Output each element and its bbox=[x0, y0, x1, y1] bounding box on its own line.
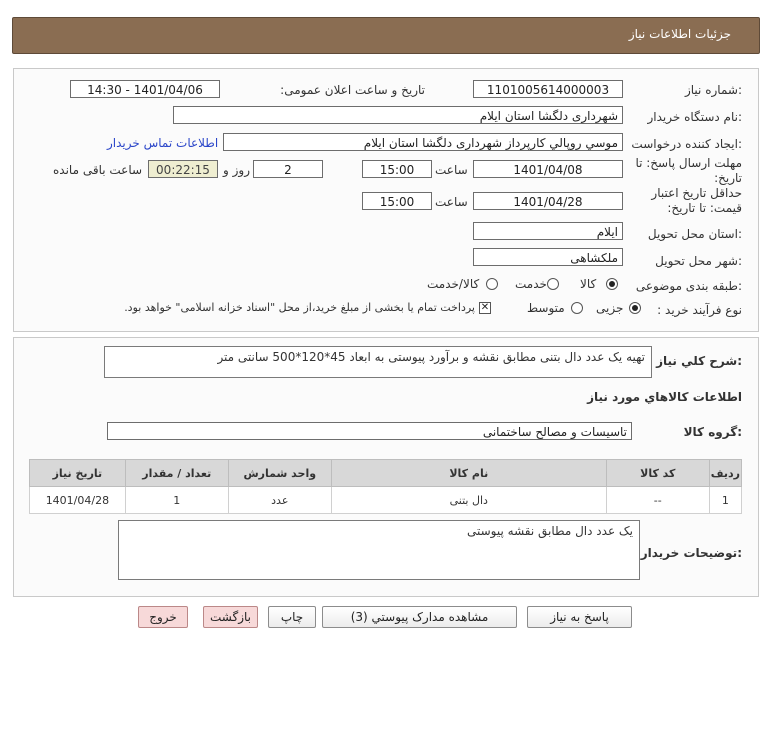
deadline-days-field: 2 bbox=[253, 160, 323, 178]
cell-qty: 1 bbox=[124, 486, 229, 514]
need-number-label: شماره نیاز: bbox=[684, 83, 742, 97]
treasury-checkbox[interactable]: ✕ bbox=[479, 302, 491, 314]
deadline-date-field: 1401/04/08 bbox=[473, 160, 623, 178]
validity-time-field: 15:00 bbox=[362, 192, 432, 210]
process-radio-minor[interactable] bbox=[629, 302, 641, 314]
requester-label: ایجاد کننده درخواست: bbox=[631, 137, 742, 151]
col-name-header: نام کالا bbox=[330, 459, 607, 487]
process-label: نوع فرآیند خرید : bbox=[657, 303, 742, 317]
col-date-header: تاریخ نیاز bbox=[29, 459, 126, 487]
goods-section-title: اطلاعات کالاهاي مورد نياز bbox=[587, 390, 742, 404]
buyer-notes-field: یک عدد دال مطابق نقشه پیوستی bbox=[118, 520, 640, 580]
description-field: تهیه یک عدد دال بتنی مطابق نقشه و برآورد… bbox=[104, 346, 652, 378]
description-label: شرح کلي نياز: bbox=[656, 354, 742, 368]
col-row-header: ردیف bbox=[708, 459, 743, 487]
col-unit-header: واحد شمارش bbox=[227, 459, 332, 487]
deadline-label-line1: مهلت ارسال پاسخ: تا bbox=[635, 156, 742, 170]
category-label: طبقه بندی موضوعی: bbox=[635, 279, 742, 293]
need-number-field: 1101005614000003 bbox=[473, 80, 623, 98]
province-field: ایلام bbox=[473, 222, 623, 240]
process-option-minor: جزیی bbox=[596, 301, 624, 315]
category-option-service: خدمت bbox=[515, 277, 547, 291]
print-button[interactable]: چاپ bbox=[268, 606, 316, 628]
cell-date: 1401/04/28 bbox=[29, 486, 126, 514]
page-title: جزئیات اطلاعات نیاز bbox=[628, 27, 731, 41]
goods-table-header: ردیف کد کالا نام کالا واحد شمارش تعداد /… bbox=[29, 459, 743, 487]
requester-field: موسي روپالي کارپرداز شهرداری دلگشا استان… bbox=[223, 133, 623, 151]
remaining-time-field: 00:22:15 bbox=[148, 160, 218, 178]
announce-label: تاریخ و ساعت اعلان عمومی: bbox=[280, 83, 425, 97]
back-button[interactable]: بازگشت bbox=[203, 606, 258, 628]
buyer-notes-label: توضیحات خریدار: bbox=[640, 546, 742, 560]
category-radio-goods[interactable] bbox=[606, 278, 618, 290]
cell-name: دال بتنی bbox=[330, 486, 607, 514]
cell-unit: عدد bbox=[227, 486, 332, 514]
category-radio-service[interactable] bbox=[547, 278, 559, 290]
buyer-org-field: شهرداری دلگشا استان ایلام bbox=[173, 106, 623, 124]
days-label: روز و bbox=[223, 163, 250, 177]
goods-group-field: تاسیسات و مصالح ساختمانی bbox=[107, 422, 632, 440]
city-field: ملکشاهی bbox=[473, 248, 623, 266]
process-radio-medium[interactable] bbox=[571, 302, 583, 314]
city-label: شهر محل تحویل: bbox=[655, 254, 742, 268]
cell-row: 1 bbox=[708, 486, 743, 514]
buyer-org-label: نام دستگاه خریدار: bbox=[647, 110, 743, 124]
category-option-both: کالا/خدمت bbox=[427, 277, 480, 291]
cell-code: -- bbox=[605, 486, 710, 514]
deadline-time-field: 15:00 bbox=[362, 160, 432, 178]
treasury-note: پرداخت تمام یا بخشی از مبلغ خرید،از محل … bbox=[124, 301, 475, 314]
process-option-medium: متوسط bbox=[527, 301, 565, 315]
attachments-button[interactable]: مشاهده مدارک پیوستي (3) bbox=[322, 606, 517, 628]
goods-group-label: گروه کالا: bbox=[683, 425, 742, 439]
reply-button[interactable]: پاسخ به نیاز bbox=[527, 606, 632, 628]
validity-label-line2: قیمت: تا تاریخ: bbox=[667, 201, 742, 215]
table-row: 1 -- دال بتنی عدد 1 1401/04/28 bbox=[29, 486, 743, 514]
validity-label-line1: حداقل تاریخ اعتبار bbox=[651, 186, 742, 200]
exit-button[interactable]: خروج bbox=[138, 606, 188, 628]
page-header: جزئیات اطلاعات نیاز bbox=[12, 17, 760, 54]
goods-table: ردیف کد کالا نام کالا واحد شمارش تعداد /… bbox=[29, 459, 743, 514]
remaining-label: ساعت باقی مانده bbox=[53, 163, 143, 177]
announce-field: 1401/04/06 - 14:30 bbox=[70, 80, 220, 98]
col-code-header: کد کالا bbox=[605, 459, 710, 487]
buyer-contact-link[interactable]: اطلاعات تماس خریدار bbox=[107, 136, 218, 150]
deadline-label-line2: تاریخ: bbox=[714, 171, 742, 185]
category-option-goods: کالا bbox=[580, 277, 597, 291]
validity-date-field: 1401/04/28 bbox=[473, 192, 623, 210]
deadline-time-label: ساعت bbox=[435, 163, 468, 177]
validity-time-label: ساعت bbox=[435, 195, 468, 209]
province-label: استان محل تحویل: bbox=[647, 227, 742, 241]
category-radio-both[interactable] bbox=[486, 278, 498, 290]
col-qty-header: تعداد / مقدار bbox=[124, 459, 229, 487]
